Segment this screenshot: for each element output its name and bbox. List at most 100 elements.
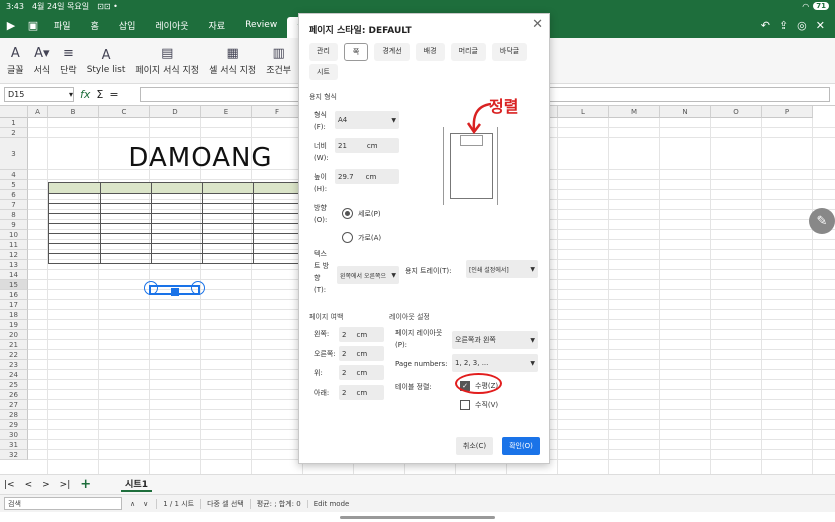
column-header[interactable]: P: [762, 106, 813, 118]
chevron-down-icon[interactable]: ▾: [69, 90, 73, 99]
page-format-button[interactable]: ▤ 페이지 서식 지정: [130, 40, 204, 82]
row-header[interactable]: 26: [0, 390, 28, 400]
row-header[interactable]: 29: [0, 420, 28, 430]
tab-footer[interactable]: 바닥글: [491, 43, 528, 61]
row-header[interactable]: 11: [0, 240, 28, 250]
search-input[interactable]: 검색: [4, 497, 122, 510]
selected-cell[interactable]: [144, 281, 205, 296]
page-numbers-select[interactable]: 1, 2, 3, ... ▼: [452, 354, 538, 372]
column-header[interactable]: D: [150, 106, 201, 118]
row-header[interactable]: 14: [0, 270, 28, 280]
add-sheet-icon[interactable]: +: [80, 477, 91, 492]
cancel-button[interactable]: 취소(C): [456, 437, 493, 455]
column-header[interactable]: O: [711, 106, 762, 118]
next-sheet-icon[interactable]: >: [42, 480, 50, 490]
row-header[interactable]: 5: [0, 180, 28, 190]
column-header[interactable]: B: [48, 106, 99, 118]
font-button[interactable]: A 글꼴: [2, 40, 29, 82]
row-header[interactable]: 21: [0, 340, 28, 350]
tab-manage[interactable]: 관리: [309, 43, 338, 61]
paragraph-button[interactable]: ≡ 단락: [55, 40, 82, 82]
sum-icon[interactable]: Σ: [96, 88, 103, 101]
row-header[interactable]: 27: [0, 400, 28, 410]
bottom-margin-field[interactable]: 2 cm: [339, 385, 384, 400]
selection-handle-left[interactable]: [144, 281, 158, 295]
row-header[interactable]: 3: [0, 138, 28, 170]
cell-reference-box[interactable]: D15 ▾: [4, 87, 74, 102]
top-margin-field[interactable]: 2 cm: [339, 365, 384, 380]
search-up-icon[interactable]: ∧: [130, 500, 135, 508]
close-icon[interactable]: ✕: [816, 19, 825, 32]
height-field[interactable]: 29.7 cm: [335, 169, 399, 184]
column-header[interactable]: F: [252, 106, 303, 118]
column-header[interactable]: A: [28, 106, 48, 118]
row-header[interactable]: 6: [0, 190, 28, 200]
format-select[interactable]: A4 ▼: [335, 111, 399, 129]
row-header[interactable]: 16: [0, 290, 28, 300]
style-list-button[interactable]: A Style list: [82, 40, 131, 82]
vertical-checkbox[interactable]: 수직(V): [460, 400, 498, 410]
row-header[interactable]: 28: [0, 410, 28, 420]
last-sheet-icon[interactable]: >|: [60, 480, 71, 490]
undo-icon[interactable]: ↶: [761, 19, 770, 32]
format-button[interactable]: A▾ 서식: [29, 40, 56, 82]
menu-layout[interactable]: 레이아웃: [145, 12, 198, 38]
row-header[interactable]: 24: [0, 370, 28, 380]
conditional-button[interactable]: ▥ 조건부: [261, 40, 296, 82]
tab-background[interactable]: 배경: [415, 43, 445, 61]
row-header[interactable]: 10: [0, 230, 28, 240]
landscape-radio[interactable]: 가로(A): [342, 232, 381, 243]
save-icon[interactable]: ▣: [22, 12, 44, 38]
menu-file[interactable]: 파일: [44, 12, 81, 38]
left-margin-field[interactable]: 2 cm: [339, 327, 384, 342]
text-direction-select[interactable]: 왼쪽에서 오른쪽으 ▼: [337, 266, 399, 284]
row-header[interactable]: 12: [0, 250, 28, 260]
paper-tray-select[interactable]: [인쇄 설정에서] ▼: [466, 260, 538, 278]
row-header[interactable]: 18: [0, 310, 28, 320]
corner-cell[interactable]: [0, 106, 28, 118]
menu-review[interactable]: Review: [235, 12, 287, 38]
compass-icon[interactable]: ◎: [797, 19, 807, 32]
row-header[interactable]: 1: [0, 118, 28, 128]
share-icon[interactable]: ⇪: [779, 19, 788, 32]
row-header[interactable]: 4: [0, 170, 28, 180]
row-header[interactable]: 17: [0, 300, 28, 310]
tab-borders[interactable]: 경계선: [374, 43, 410, 61]
row-header[interactable]: 15: [0, 280, 28, 290]
row-header[interactable]: 13: [0, 260, 28, 270]
prev-sheet-icon[interactable]: <: [25, 480, 33, 490]
portrait-radio[interactable]: 세로(P): [342, 208, 381, 219]
app-logo-icon[interactable]: ▶: [0, 12, 22, 38]
menu-data[interactable]: 자료: [199, 12, 236, 38]
edit-pencil-icon[interactable]: ✎: [809, 208, 835, 234]
right-margin-field[interactable]: 2 cm: [339, 346, 384, 361]
row-header[interactable]: 31: [0, 440, 28, 450]
column-header[interactable]: N: [660, 106, 711, 118]
row-header[interactable]: 25: [0, 380, 28, 390]
function-icon[interactable]: fx: [80, 88, 90, 101]
row-header[interactable]: 20: [0, 330, 28, 340]
column-header[interactable]: L: [558, 106, 609, 118]
row-header[interactable]: 23: [0, 360, 28, 370]
row-header[interactable]: 2: [0, 128, 28, 138]
tab-page[interactable]: 쪽: [343, 43, 369, 61]
cell-format-button[interactable]: ▦ 셀 서식 지정: [204, 40, 261, 82]
menu-home[interactable]: 홈: [81, 12, 109, 38]
column-header[interactable]: E: [201, 106, 252, 118]
first-sheet-icon[interactable]: |<: [4, 480, 15, 490]
selection-drag-handle[interactable]: [171, 288, 179, 296]
row-header[interactable]: 32: [0, 450, 28, 460]
equals-icon[interactable]: =: [109, 88, 118, 101]
row-header[interactable]: 30: [0, 430, 28, 440]
ok-button[interactable]: 확인(O): [502, 437, 540, 455]
row-header[interactable]: 7: [0, 200, 28, 210]
selection-handle-right[interactable]: [191, 281, 205, 295]
tab-header[interactable]: 머리글: [450, 43, 486, 61]
column-header[interactable]: C: [99, 106, 150, 118]
row-header[interactable]: 22: [0, 350, 28, 360]
sheet-tab[interactable]: 시트1: [121, 477, 152, 492]
row-header[interactable]: 8: [0, 210, 28, 220]
close-icon[interactable]: ✕: [532, 17, 543, 32]
page-layout-select[interactable]: 오른쪽과 왼쪽 ▼: [452, 331, 538, 349]
tab-sheet[interactable]: 시트: [309, 64, 338, 80]
